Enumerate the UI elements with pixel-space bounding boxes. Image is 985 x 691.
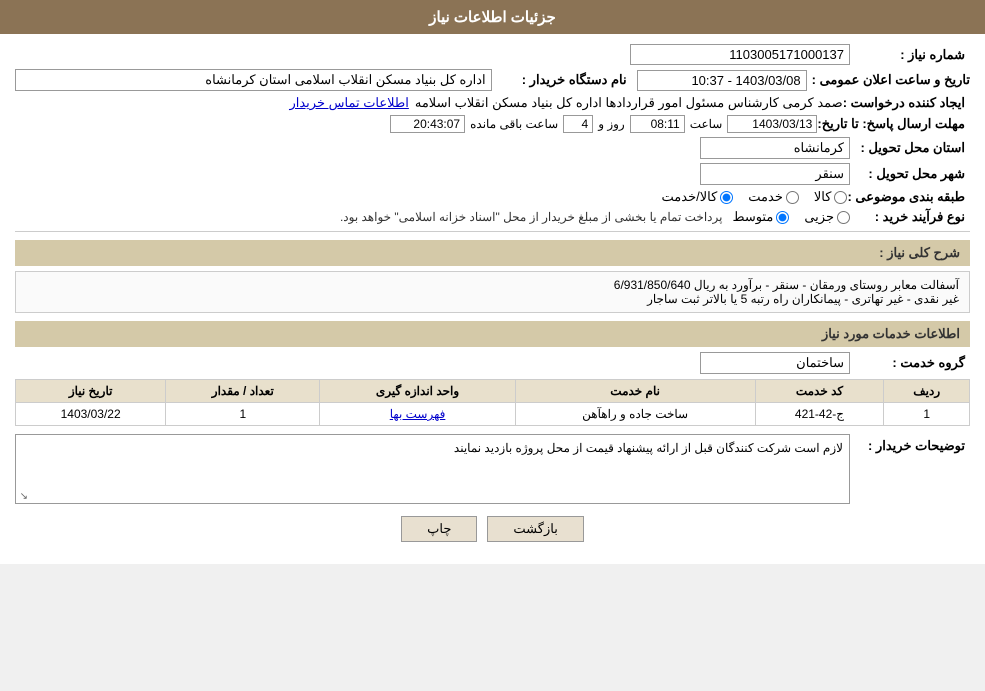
back-button[interactable]: بازگشت <box>487 516 583 542</box>
table-row: 1ج-42-421ساخت جاده و راهآهنفهرست بها1140… <box>16 403 970 426</box>
services-table: ردیف کد خدمت نام خدمت واحد اندازه گیری ت… <box>15 379 970 426</box>
buyer-org-label: نام دستگاه خریدار : <box>497 72 627 88</box>
province-value: کرمانشاه <box>700 137 850 159</box>
col-unit: واحد اندازه گیری <box>320 380 515 403</box>
page-title: جزئیات اطلاعات نیاز <box>429 9 556 26</box>
date-value: 1403/03/08 - 10:37 <box>637 70 807 91</box>
category-label: طبقه بندی موضوعی : <box>847 189 970 205</box>
contact-link[interactable]: اطلاعات تماس خریدار <box>289 95 408 111</box>
category-both-option[interactable]: کالا/خدمت <box>662 189 734 205</box>
print-button[interactable]: چاپ <box>401 516 477 542</box>
col-row-num: ردیف <box>884 380 970 403</box>
need-number-value: 1103005171000137 <box>630 44 850 65</box>
need-description-label: شرح کلی نیاز : <box>879 245 960 260</box>
deadline-time: 08:11 <box>630 115 685 133</box>
city-label: شهر محل تحویل : <box>850 166 970 182</box>
service-group-value: ساختمان <box>700 352 850 374</box>
city-value: سنقر <box>700 163 850 185</box>
reply-deadline-label: مهلت ارسال پاسخ: تا تاریخ: <box>817 116 970 132</box>
col-quantity: تعداد / مقدار <box>166 380 320 403</box>
deadline-time-label: ساعت <box>690 117 723 131</box>
date-label: تاریخ و ساعت اعلان عمومی : <box>812 72 970 88</box>
need-description-box: آسفالت معابر روستای ورمقان - سنقر - برآو… <box>15 271 970 313</box>
process-note: پرداخت تمام یا بخشی از مبلغ خریدار از مح… <box>340 210 723 224</box>
deadline-days: 4 <box>563 115 593 133</box>
action-buttons: بازگشت چاپ <box>15 516 970 542</box>
remaining-label: ساعت باقی مانده <box>470 117 558 131</box>
col-date: تاریخ نیاز <box>16 380 166 403</box>
deadline-days-label: روز و <box>598 117 625 131</box>
process-motovaset-option[interactable]: متوسط <box>732 209 789 225</box>
remaining-time: 20:43:07 <box>390 115 465 133</box>
process-label: نوع فرآیند خرید : <box>850 209 970 225</box>
process-jozi-option[interactable]: جزیی <box>804 209 850 225</box>
page-header: جزئیات اطلاعات نیاز <box>0 0 985 34</box>
need-description-text: آسفالت معابر روستای ورمقان - سنقر - برآو… <box>26 278 959 306</box>
creator-label: ایجاد کننده درخواست : <box>843 95 970 111</box>
buyer-notes-text: لازم است شرکت کنندگان قبل از ارائه پیشنه… <box>454 441 843 455</box>
creator-value: صمد کرمی کارشناس مسئول امور قراردادها اد… <box>415 95 843 111</box>
category-khedmat-option[interactable]: خدمت <box>748 189 799 205</box>
category-kala-option[interactable]: کالا <box>814 189 848 205</box>
col-name: نام خدمت <box>515 380 755 403</box>
buyer-notes-label: توضیحات خریدار : <box>850 434 970 454</box>
resize-handle[interactable]: ↘ <box>18 491 28 501</box>
deadline-date: 1403/03/13 <box>727 115 817 133</box>
province-label: استان محل تحویل : <box>850 140 970 156</box>
buyer-notes-value: لازم است شرکت کنندگان قبل از ارائه پیشنه… <box>15 434 850 504</box>
buyer-org-value: اداره کل بنیاد مسکن انقلاب اسلامی استان … <box>15 69 492 91</box>
services-section-title: اطلاعات خدمات مورد نیاز <box>15 321 970 347</box>
need-number-label: شماره نیاز : <box>850 47 970 63</box>
col-code: کد خدمت <box>755 380 884 403</box>
service-group-label: گروه خدمت : <box>850 355 970 371</box>
need-description-section: شرح کلی نیاز : <box>15 240 970 266</box>
